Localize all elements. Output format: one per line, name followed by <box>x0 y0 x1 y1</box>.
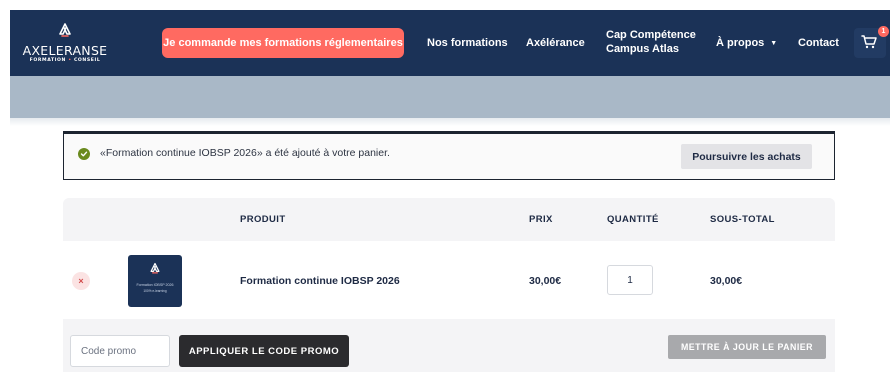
product-name-link[interactable]: Formation continue IOBSP 2026 <box>240 275 400 287</box>
nav-a-propos-label: À propos <box>716 37 765 49</box>
nav-a-propos[interactable]: À propos ▼ <box>716 36 777 52</box>
nav-cap-competence-line2: Campus Atlas <box>606 43 679 55</box>
nav-contact[interactable]: Contact <box>798 36 839 50</box>
cart-button[interactable]: 1 <box>854 26 889 58</box>
logo-tagline: FORMATION • CONSEIL <box>22 58 108 63</box>
quantity-input[interactable]: 1 <box>607 265 653 295</box>
order-trainings-button[interactable]: Je commande mes formations réglementaire… <box>162 28 404 58</box>
column-header-subtotal: SOUS-TOTAL <box>710 214 775 225</box>
logo-tagline-left: FORMATION <box>29 58 66 63</box>
nav-cap-competence-line1: Cap Compétence <box>606 29 696 41</box>
chevron-down-icon: ▼ <box>770 40 778 47</box>
product-price: 30,00€ <box>529 275 562 287</box>
logo-tagline-right: CONSEIL <box>73 58 101 63</box>
check-circle-icon <box>78 148 90 160</box>
logo-tagline-sep: • <box>68 58 72 63</box>
nav-nos-formations[interactable]: Nos formations <box>427 36 508 50</box>
column-header-quantity: QUANTITÉ <box>607 214 659 225</box>
promo-code-input[interactable]: Code promo <box>70 335 170 367</box>
continue-shopping-button[interactable]: Poursuivre les achats <box>681 144 812 169</box>
product-thumbnail[interactable]: Formation IOBSP 2026 100% e-learning <box>128 255 182 307</box>
rocket-logo-icon <box>59 23 71 37</box>
banner-shadow <box>10 118 890 126</box>
nav-axelerance[interactable]: Axélérance <box>526 36 585 50</box>
cart-count-badge: 1 <box>878 26 889 37</box>
nav-cap-competence[interactable]: Cap Compétence Campus Atlas <box>606 28 696 56</box>
page-banner <box>10 76 890 118</box>
apply-promo-button[interactable]: APPLIQUER LE CODE PROMO <box>179 335 349 367</box>
site-header: AXELERANSE FORMATION • CONSEIL Je comman… <box>10 10 890 76</box>
cart-notice: «Formation continue IOBSP 2026» a été aj… <box>63 131 835 180</box>
thumbnail-caption: Formation IOBSP 2026 <box>136 283 174 287</box>
column-header-price: PRIX <box>529 214 553 225</box>
product-subtotal: 30,00€ <box>710 275 743 287</box>
cart-table: PRODUIT PRIX QUANTITÉ SOUS-TOTAL × Forma… <box>63 198 835 372</box>
remove-item-button[interactable]: × <box>72 272 90 290</box>
logo-wordmark: AXELERANSE <box>22 43 108 58</box>
site-logo[interactable]: AXELERANSE FORMATION • CONSEIL <box>22 22 108 68</box>
notice-message: «Formation continue IOBSP 2026» a été aj… <box>100 147 390 159</box>
rocket-logo-icon <box>150 262 160 274</box>
table-row: × Formation IOBSP 2026 100% e-learning F… <box>63 241 835 319</box>
shopping-cart-icon <box>861 35 877 49</box>
update-cart-button[interactable]: METTRE À JOUR LE PANIER <box>668 335 826 359</box>
thumbnail-subcaption: 100% e-learning <box>143 289 167 293</box>
column-header-product: PRODUIT <box>240 214 286 225</box>
